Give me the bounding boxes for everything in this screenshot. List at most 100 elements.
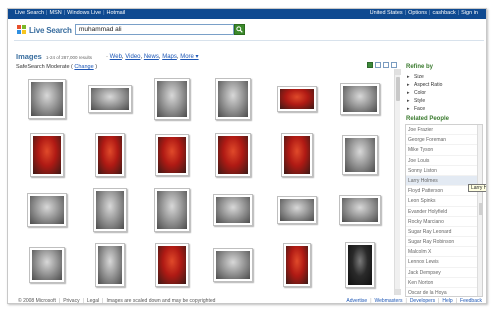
thumbnail-image xyxy=(157,81,187,117)
related-scrollbar[interactable] xyxy=(477,125,482,296)
view-details-icon[interactable] xyxy=(391,62,397,68)
refine-title: Refine by xyxy=(406,64,434,70)
top-left-links: Live Search | MSN | Windows Live | Hotmail xyxy=(15,10,126,16)
related-person-item[interactable]: Joe Frazier xyxy=(406,125,482,136)
footer-help[interactable]: Help xyxy=(442,298,452,303)
page-title: Images xyxy=(16,52,42,61)
safesearch-setting: SafeSearch Moderate ( Change ) xyxy=(16,64,98,70)
search-input[interactable]: muhammad ali xyxy=(75,24,234,35)
image-thumbnail[interactable] xyxy=(213,194,253,226)
search-button[interactable] xyxy=(234,24,245,35)
link-video[interactable]: Video xyxy=(125,54,140,60)
thumbnail-image xyxy=(216,251,250,279)
view-small-icon[interactable] xyxy=(367,62,373,68)
link-more[interactable]: More ▾ xyxy=(180,54,198,60)
image-thumbnail[interactable] xyxy=(340,83,380,115)
related-person-item[interactable]: Evander Holyfield xyxy=(406,207,482,217)
image-thumbnail[interactable] xyxy=(215,133,251,177)
related-scrollbar-thumb[interactable] xyxy=(479,203,482,215)
footer-privacy[interactable]: Privacy xyxy=(63,298,79,303)
footer-legal[interactable]: Legal xyxy=(87,298,99,303)
safesearch-change-link[interactable]: Change xyxy=(74,64,93,70)
related-person-item[interactable]: Lennox Lewis xyxy=(406,257,482,268)
thumbnail-image xyxy=(286,246,308,284)
scrollbar-thumb[interactable] xyxy=(396,77,400,101)
thumbnail-image xyxy=(280,89,314,109)
related-person-item[interactable]: Sonny Liston xyxy=(406,166,482,176)
related-person-item[interactable]: Jack Dempsey xyxy=(406,268,482,278)
image-thumbnail[interactable] xyxy=(95,243,125,287)
toplink-live-search[interactable]: Live Search xyxy=(15,10,44,16)
image-thumbnail[interactable] xyxy=(28,79,66,119)
related-person-item[interactable]: Sugar Ray Robinson xyxy=(406,237,482,248)
scroll-up-icon[interactable] xyxy=(395,69,401,75)
related-person-item[interactable]: Mike Tyson xyxy=(406,145,482,156)
footer-advertise[interactable]: Advertise xyxy=(346,298,367,303)
image-thumbnail[interactable] xyxy=(88,85,132,113)
footer-webmasters[interactable]: Webmasters xyxy=(375,298,403,303)
toplink-options[interactable]: Options xyxy=(408,10,427,16)
related-person-item[interactable]: Sugar Ray Leonard xyxy=(406,227,482,238)
live-search-logo[interactable]: Live Search xyxy=(17,25,72,35)
related-person-item[interactable]: Rocky Marciano xyxy=(406,217,482,227)
image-thumbnail[interactable] xyxy=(281,133,313,177)
scroll-down-icon[interactable] xyxy=(395,289,401,295)
image-thumbnail[interactable] xyxy=(339,195,381,225)
image-thumbnail[interactable] xyxy=(154,188,190,232)
image-thumbnail[interactable] xyxy=(27,193,67,227)
related-person-item[interactable]: Oscar de la Hoya xyxy=(406,288,482,296)
link-web[interactable]: Web xyxy=(110,54,122,60)
refine-style[interactable]: Style xyxy=(406,97,486,105)
thumbnail-image xyxy=(32,250,62,280)
copyright: © 2008 Microsoft xyxy=(18,298,56,304)
refine-face[interactable]: Face xyxy=(406,105,486,113)
image-thumbnail[interactable] xyxy=(342,135,378,175)
image-thumbnail[interactable] xyxy=(277,86,317,112)
footer-developers[interactable]: Developers xyxy=(410,298,435,303)
thumbnail-image xyxy=(158,137,186,173)
footer-copyright-note: Images are scaled down and may be copyri… xyxy=(106,298,216,304)
tooltip: Larry Ho xyxy=(468,184,486,192)
thumbnail-image xyxy=(345,138,375,172)
image-thumbnail[interactable] xyxy=(213,248,253,282)
toplink-country[interactable]: United States xyxy=(370,10,403,16)
related-people-list: Joe Frazier George Foreman Mike Tyson Joe L… xyxy=(405,124,483,297)
view-medium-icon[interactable] xyxy=(375,62,381,68)
thumbnail-image xyxy=(348,245,372,285)
image-thumbnail[interactable] xyxy=(154,78,190,120)
image-thumbnail[interactable] xyxy=(95,133,125,177)
thumbnail-image xyxy=(98,246,122,284)
view-large-icon[interactable] xyxy=(383,62,389,68)
image-thumbnail[interactable] xyxy=(93,188,127,232)
thumbnail-image xyxy=(98,136,122,174)
related-person-item[interactable]: Ken Norton xyxy=(406,278,482,288)
refine-color[interactable]: Color xyxy=(406,89,486,97)
image-thumbnail[interactable] xyxy=(29,247,65,283)
image-thumbnail[interactable] xyxy=(155,243,189,287)
toplink-msn[interactable]: MSN xyxy=(49,10,61,16)
image-thumbnail[interactable] xyxy=(155,134,189,176)
refine-aspect-ratio[interactable]: Aspect Ratio xyxy=(406,81,486,89)
thumbnail-image xyxy=(96,191,124,229)
thumbnail-image xyxy=(284,136,310,174)
image-thumbnail[interactable] xyxy=(283,243,311,287)
image-thumbnail[interactable] xyxy=(345,242,375,288)
toplink-windows-live[interactable]: Windows Live xyxy=(67,10,101,16)
results-scrollbar[interactable] xyxy=(394,69,401,295)
footer-feedback[interactable]: Feedback xyxy=(460,298,482,303)
link-maps[interactable]: Maps xyxy=(162,54,177,60)
toplink-hotmail[interactable]: Hotmail xyxy=(107,10,126,16)
results-count: 1-24 of 287,000 results xyxy=(46,55,93,60)
refine-size[interactable]: Size xyxy=(406,73,486,81)
related-person-item[interactable]: George Foreman xyxy=(406,135,482,146)
related-person-item[interactable]: Malcolm X xyxy=(406,247,482,258)
link-news[interactable]: News xyxy=(144,54,159,60)
thumbnail-image xyxy=(33,136,61,174)
related-person-item[interactable]: Leon Spinks xyxy=(406,196,482,207)
toplink-sign-in[interactable]: Sign in xyxy=(461,10,478,16)
image-thumbnail[interactable] xyxy=(215,78,251,120)
image-thumbnail[interactable] xyxy=(30,133,64,177)
toplink-cashback[interactable]: cashback xyxy=(432,10,455,16)
image-thumbnail[interactable] xyxy=(277,196,317,224)
related-person-item[interactable]: Joe Louis xyxy=(406,156,482,166)
